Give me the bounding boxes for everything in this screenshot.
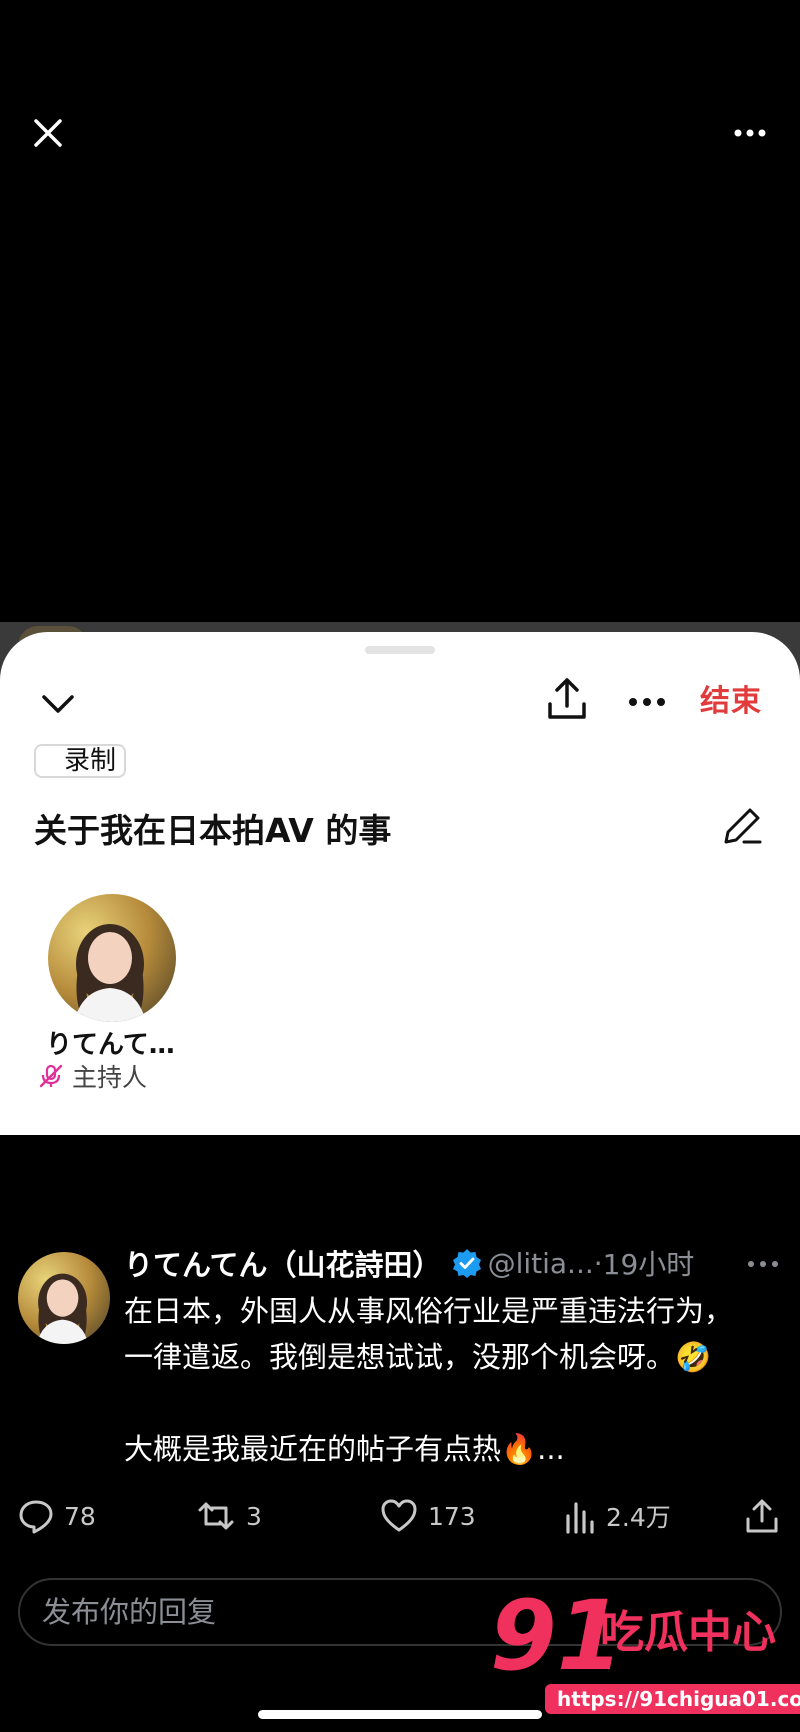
watermark-logo: 91 吃瓜中心 https://91chigua01.com <box>490 1586 800 1714</box>
repost-count: 3 <box>246 1501 262 1531</box>
more-horizontal-icon[interactable] <box>730 118 770 148</box>
mic-off-icon <box>39 1064 63 1088</box>
post-line[interactable]: 大概是我最近在的帖子有点热🔥... <box>124 1426 784 1472</box>
close-icon[interactable] <box>30 115 66 151</box>
post-time: 19小时 <box>602 1248 695 1281</box>
reply-icon <box>19 1500 53 1534</box>
more-horizontal-icon[interactable] <box>625 687 669 717</box>
host-role: 主持人 <box>38 1058 147 1094</box>
post-line: 在日本，外国人从事风俗行业是严重违法行为， <box>124 1294 734 1328</box>
views-count: 2.4万 <box>606 1503 671 1532</box>
like-count: 173 <box>428 1501 476 1531</box>
repost-button[interactable]: 3 <box>196 1498 262 1534</box>
share-icon[interactable] <box>545 676 589 722</box>
sheet-handle[interactable] <box>365 646 435 654</box>
share-button[interactable] <box>744 1498 780 1534</box>
recording-badge: 录制 <box>34 744 127 778</box>
chevron-down-icon[interactable] <box>38 684 78 724</box>
top-bar <box>0 0 800 260</box>
space-title: 关于我在日本拍AV 的事 <box>34 811 392 850</box>
views-button[interactable]: 2.4万 <box>564 1498 671 1534</box>
verified-badge-icon <box>452 1249 481 1278</box>
author-avatar[interactable] <box>18 1252 110 1344</box>
views-chart-icon <box>566 1502 594 1534</box>
watermark-text: 吃瓜中心 <box>600 1607 776 1658</box>
more-horizontal-icon[interactable] <box>745 1256 781 1272</box>
end-button[interactable]: 结束 <box>700 676 762 720</box>
author-name[interactable]: りてんてん（山花詩田） <box>124 1242 442 1284</box>
post-text: 在日本，外国人从事风俗行业是严重违法行为， 一律遣返。我倒是想试试，没那个机会呀… <box>124 1288 784 1472</box>
reply-count: 78 <box>64 1501 96 1531</box>
share-icon <box>746 1499 778 1533</box>
edit-pencil-icon[interactable] <box>718 802 766 850</box>
post-header: りてんてん（山花詩田） @litia... · 19小时 <box>124 1240 784 1286</box>
separator-dot: · <box>593 1246 603 1280</box>
post-line: 一律遣返。我倒是想试试，没那个机会呀。🤣 <box>124 1340 712 1374</box>
watermark-url: https://91chigua01.com <box>545 1684 800 1714</box>
host-role-label: 主持人 <box>72 1063 148 1092</box>
like-button[interactable]: 173 <box>380 1498 476 1534</box>
repost-icon <box>198 1502 234 1530</box>
author-handle[interactable]: @litia... <box>488 1247 594 1280</box>
post-actions: 78 3 173 2.4万 <box>0 1490 800 1546</box>
space-sheet: 结束 录制 关于我在日本拍AV 的事 りてんて… 主持人 <box>0 632 800 1135</box>
host-name: りてんて… <box>46 1030 175 1060</box>
host-avatar[interactable] <box>48 894 176 1022</box>
home-indicator[interactable] <box>258 1710 542 1719</box>
reply-button[interactable]: 78 <box>18 1498 96 1534</box>
heart-icon <box>381 1499 417 1532</box>
